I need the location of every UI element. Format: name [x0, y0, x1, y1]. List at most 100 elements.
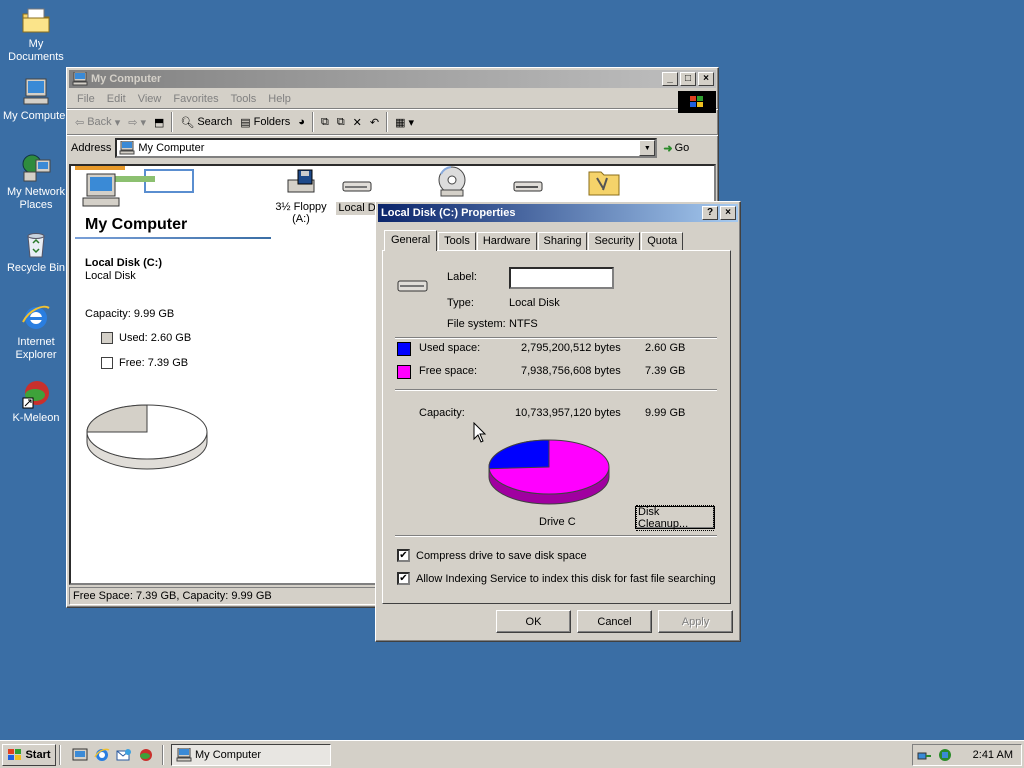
ie-icon[interactable] [94, 747, 110, 763]
side-free-legend: Free: 7.39 GB [101, 357, 188, 369]
used-gb: 2.60 GB [645, 342, 686, 354]
general-tab-panel: Label: Type: Local Disk File system: NTF… [382, 250, 731, 604]
control-panel-icon [588, 171, 620, 196]
side-pane-title: My Computer [85, 216, 188, 233]
desktop-icon-recycle-bin[interactable]: Recycle Bin [0, 228, 72, 275]
fs-value: NTFS [509, 318, 538, 330]
item-local-disk[interactable]: Local D [336, 166, 378, 215]
item-floppy[interactable]: 3½ Floppy (A:) [269, 166, 333, 225]
item-control-panel[interactable] [583, 166, 625, 201]
menu-help[interactable]: Help [262, 93, 297, 105]
tab-hardware[interactable]: Hardware [476, 232, 537, 250]
tab-security[interactable]: Security [588, 232, 641, 250]
desktop-icon-my-computer[interactable]: My Computer [0, 76, 72, 123]
menu-view[interactable]: View [132, 93, 168, 105]
tab-sharing[interactable]: Sharing [537, 232, 588, 250]
minimize-button[interactable]: _ [662, 72, 678, 86]
disk-cleanup-button[interactable]: Disk Cleanup... [635, 504, 715, 531]
toolbar-separator [386, 112, 389, 132]
views-button[interactable]: ▦ ▾ [391, 111, 418, 133]
recycle-bin-icon [27, 233, 45, 258]
tab-tools[interactable]: Tools [438, 232, 476, 250]
pie-used-slice [488, 439, 550, 470]
index-label: Allow Indexing Service to index this dis… [416, 572, 716, 585]
close-button[interactable]: × [698, 72, 714, 86]
desktop-icon-network[interactable]: My Network Places [0, 152, 72, 212]
my-computer-banner-icon [75, 166, 194, 207]
undo-button[interactable]: ↶ [366, 111, 383, 133]
desktop-icon-label: K-Meleon [12, 412, 60, 424]
used-swatch [101, 332, 113, 344]
compress-option[interactable]: ✔ Compress drive to save disk space [397, 549, 587, 562]
menu-file[interactable]: File [71, 93, 101, 105]
side-used-legend: Used: 2.60 GB [101, 332, 191, 344]
desktop-icon-my-documents[interactable]: My Documents [0, 4, 72, 64]
label-caption: Label: [447, 271, 477, 283]
taskbar: Start My Computer 2:41 AM [0, 740, 1024, 768]
go-button[interactable]: ➜ Go [663, 142, 689, 155]
address-input[interactable]: My Computer ▼ [115, 138, 658, 158]
explorer-titlebar[interactable]: My Computer _ □ × [69, 70, 716, 88]
help-button[interactable]: ? [702, 206, 718, 220]
copy-to-button[interactable]: ⧉ [333, 111, 349, 133]
desktop-icon-label: My Documents [8, 38, 64, 63]
desktop-icon-kmeleon[interactable]: K-Meleon [0, 378, 72, 425]
apply-button[interactable]: Apply [658, 610, 733, 633]
tab-quota[interactable]: Quota [641, 232, 684, 250]
address-dropdown-button[interactable]: ▼ [639, 140, 656, 156]
start-button[interactable]: Start [2, 743, 56, 766]
properties-dialog: Local Disk (C:) Properties ? × General T… [375, 201, 741, 642]
outlook-express-icon[interactable] [116, 747, 132, 763]
show-desktop-icon[interactable] [72, 747, 88, 763]
tab-general[interactable]: General [384, 230, 438, 251]
desktop-icon-label: My Computer [2, 110, 70, 122]
history-button[interactable]: ◕ [294, 111, 309, 133]
copy-to-icon: ⧉ [336, 115, 345, 128]
hard-disk-icon [397, 280, 428, 292]
item-drive[interactable] [507, 166, 549, 201]
folders-button[interactable]: ▤ Folders [236, 111, 294, 133]
floppy-icon [287, 169, 315, 193]
ok-label: OK [525, 615, 542, 628]
question-mark-icon: ? [706, 207, 714, 218]
menu-edit[interactable]: Edit [101, 93, 132, 105]
windows-flag-icon [8, 748, 22, 760]
ok-button[interactable]: OK [496, 610, 571, 633]
network-status-icon[interactable] [917, 747, 933, 763]
free-gb: 7.39 GB [645, 365, 686, 377]
type-caption: Type: [447, 297, 474, 309]
maximize-button[interactable]: □ [680, 72, 696, 86]
back-arrow-icon: ⇦ [75, 116, 85, 129]
drive-caption: Drive C [539, 516, 576, 528]
back-button[interactable]: ⇦ Back ▾ [71, 111, 124, 133]
tab-strip: General Tools Hardware Sharing Security … [384, 230, 684, 251]
desktop-icon-label: Internet Explorer [15, 336, 57, 361]
close-icon: × [725, 207, 731, 218]
compress-checkbox[interactable]: ✔ [397, 549, 410, 562]
drive-icon [513, 181, 543, 192]
index-checkbox[interactable]: ✔ [397, 572, 410, 585]
item-cd-drive[interactable] [431, 166, 473, 201]
search-button[interactable]: 🔍︎ Search [176, 111, 236, 133]
go-label: Go [674, 142, 690, 154]
menu-favorites[interactable]: Favorites [167, 93, 224, 105]
label-input[interactable] [509, 267, 614, 289]
side-capacity: Capacity: 9.99 GB [85, 308, 175, 320]
kmeleon-icon[interactable] [138, 747, 154, 763]
up-button[interactable]: ⬒ [150, 111, 168, 133]
forward-button[interactable]: ⇨ ▾ [124, 111, 150, 133]
windows-update-icon[interactable] [937, 747, 953, 763]
menu-tools[interactable]: Tools [225, 93, 263, 105]
free-caption: Free space: [419, 365, 478, 377]
taskbar-button-label: My Computer [195, 748, 262, 761]
close-button[interactable]: × [720, 206, 736, 220]
move-to-button[interactable]: ⧉ [317, 111, 333, 133]
taskbar-button-my-computer[interactable]: My Computer [171, 743, 331, 766]
disk-usage-pie-chart [488, 439, 610, 505]
computer-icon [72, 72, 88, 86]
desktop-icon-internet-explorer[interactable]: Internet Explorer [0, 302, 72, 362]
delete-button[interactable]: ✕ [349, 111, 366, 133]
cancel-button[interactable]: Cancel [577, 610, 652, 633]
index-option[interactable]: ✔ Allow Indexing Service to index this d… [397, 572, 716, 585]
dialog-titlebar[interactable]: Local Disk (C:) Properties ? × [378, 204, 738, 222]
